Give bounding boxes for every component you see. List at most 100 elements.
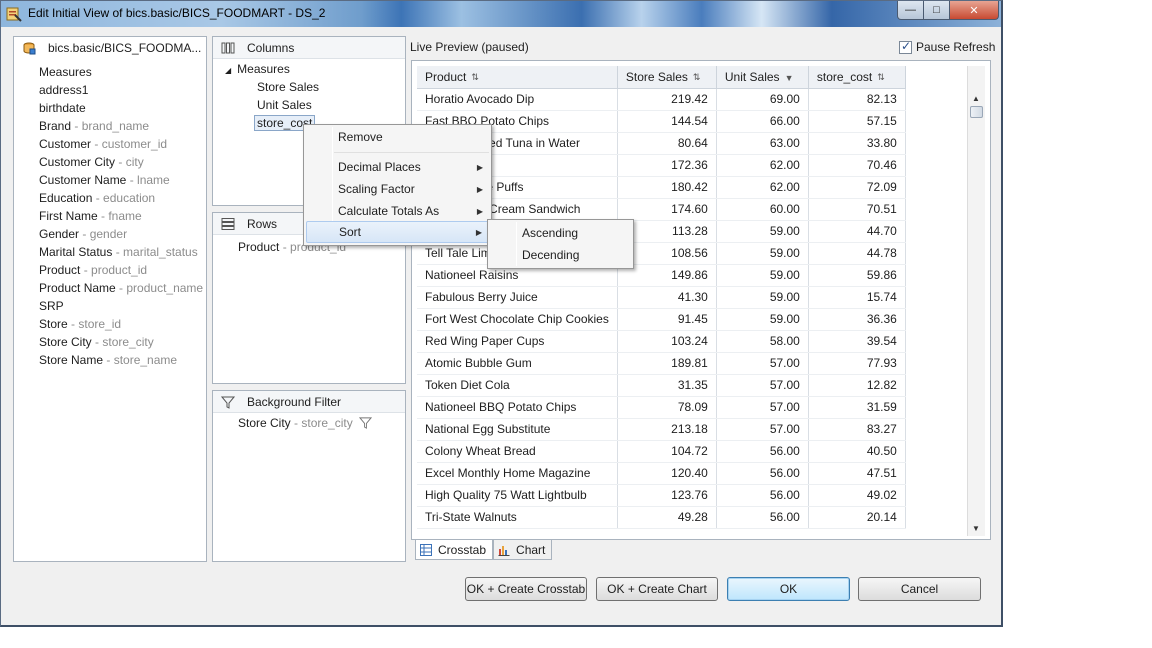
header-store-cost[interactable]: store_cost ⇅ (808, 66, 906, 89)
field-key: store_city (102, 335, 154, 349)
cell-value: 59.86 (808, 264, 906, 287)
cell-product: National Egg Substitute (417, 418, 618, 441)
vertical-scrollbar[interactable]: ▲ ▼ (967, 66, 985, 536)
table-row[interactable]: Nationeel BBQ Potato Chips 78.09 57.00 31.5… (417, 396, 906, 419)
scroll-down-icon[interactable]: ▼ (972, 524, 980, 533)
column-item-unit-sales[interactable]: Unit Sales (257, 96, 312, 114)
table-row[interactable]: Fabulous Berry Juice 41.30 59.00 15.74 (417, 286, 906, 309)
menu-item-sort[interactable]: Sort ▶ (306, 221, 489, 243)
field-item[interactable]: Gender - gender (39, 225, 203, 243)
field-item[interactable]: Education - education (39, 189, 203, 207)
header-unit-sales[interactable]: Unit Sales ▼ (716, 66, 809, 89)
cell-value: 59.00 (716, 264, 809, 287)
ok-create-crosstab-button[interactable]: OK + Create Crosstab (465, 577, 587, 601)
source-title: bics.basic/BICS_FOODMA... (48, 41, 202, 55)
close-button[interactable]: ✕ (949, 1, 999, 20)
menu-item-ascending[interactable]: Ascending (490, 222, 631, 244)
field-item[interactable]: Store Name - store_name (39, 351, 203, 369)
minimize-icon: — (905, 4, 916, 16)
rows-title: Rows (247, 217, 278, 231)
window-title: Edit Initial View of bics.basic/BICS_FOO… (28, 6, 326, 20)
pause-refresh-label: Pause Refresh (916, 40, 996, 54)
minimize-button[interactable]: — (897, 1, 924, 20)
filter-item-store-city[interactable]: Store City - store_city (238, 414, 373, 432)
ok-create-chart-button[interactable]: OK + Create Chart (596, 577, 718, 601)
table-row[interactable]: Fort West Chocolate Chip Cookies 91.45 59.… (417, 308, 906, 331)
cell-value: 57.00 (716, 374, 809, 397)
sort-icon[interactable]: ⇅ (877, 72, 885, 83)
tab-chart[interactable]: Chart (493, 540, 553, 560)
table-row[interactable]: Colony Wheat Bread 104.72 56.00 40.50 (417, 440, 906, 463)
filter-panel[interactable]: Background Filter Store City - store_cit… (212, 390, 406, 562)
pause-refresh-checkbox[interactable] (899, 39, 912, 54)
field-name: Measures (39, 65, 92, 79)
cell-value: 12.82 (808, 374, 906, 397)
field-item[interactable]: Brand - brand_name (39, 117, 203, 135)
tab-crosstab-label: Crosstab (438, 542, 487, 557)
pause-refresh-toggle[interactable]: Pause Refresh (899, 39, 996, 54)
header-product[interactable]: Product ⇅ (417, 66, 618, 89)
cell-value: 56.00 (716, 506, 809, 529)
field-item[interactable]: Product Name - product_name (39, 279, 203, 297)
edit-view-dialog: Edit Initial View of bics.basic/BICS_FOO… (0, 0, 1003, 627)
field-key: marital_status (123, 245, 198, 259)
maximize-button[interactable]: □ (923, 1, 950, 20)
field-key: store_name (113, 353, 178, 367)
sort-icon[interactable]: ⇅ (693, 72, 701, 83)
table-row[interactable]: National Egg Substitute 213.18 57.00 83.27 (417, 418, 906, 441)
table-row[interactable]: Red Wing Paper Cups 103.24 58.00 39.54 (417, 330, 906, 353)
field-item[interactable]: Customer - customer_id (39, 135, 203, 153)
cell-value: 104.72 (617, 440, 717, 463)
field-item[interactable]: birthdate (39, 99, 203, 117)
collapse-arrow-icon[interactable]: ◢ (225, 66, 231, 75)
field-name: Store City (39, 335, 92, 349)
rows-icon (221, 218, 235, 230)
cell-value: 103.24 (617, 330, 717, 353)
tab-chart-label: Chart (516, 542, 546, 557)
datasource-icon (23, 42, 36, 55)
sort-icon[interactable]: ⇅ (471, 72, 479, 83)
field-item[interactable]: Store - store_id (39, 315, 203, 333)
field-item[interactable]: Customer Name - lname (39, 171, 203, 189)
cell-value: 62.00 (716, 154, 809, 177)
field-key: store_id (78, 317, 122, 331)
table-row[interactable]: Atomic Bubble Gum 189.81 57.00 77.93 (417, 352, 906, 375)
menu-item-remove[interactable]: Remove (306, 126, 489, 148)
menu-item-descending[interactable]: Decending (490, 244, 631, 266)
scroll-thumb[interactable] (970, 106, 983, 118)
table-row[interactable]: Horatio Avocado Dip 219.42 69.00 82.13 (417, 88, 906, 111)
maximize-icon: □ (933, 4, 940, 16)
column-item-store-sales[interactable]: Store Sales (257, 78, 319, 96)
ok-button[interactable]: OK (727, 577, 850, 601)
field-item[interactable]: First Name - fname (39, 207, 203, 225)
field-item[interactable]: Marital Status - marital_status (39, 243, 203, 261)
measures-node[interactable]: ◢ Measures (225, 60, 290, 78)
menu-item-scaling-factor[interactable]: Scaling Factor ▶ (306, 178, 489, 200)
table-row[interactable]: High Quality 75 Watt Lightbulb 123.76 56.0… (417, 484, 906, 507)
header-store-sales[interactable]: Store Sales ⇅ (617, 66, 717, 89)
measures-label: Measures (237, 62, 290, 76)
menu-item-calculate-totals[interactable]: Calculate Totals As ▶ (306, 200, 489, 222)
field-item[interactable]: Customer City - city (39, 153, 203, 171)
sort-descending-icon[interactable]: ▼ (785, 73, 794, 83)
tab-crosstab[interactable]: Crosstab (415, 540, 494, 560)
scroll-up-icon[interactable]: ▲ (972, 94, 980, 103)
field-item[interactable]: SRP (39, 297, 203, 315)
table-row[interactable]: Tri-State Walnuts 49.28 56.00 20.14 (417, 506, 906, 529)
cell-product: Fort West Chocolate Chip Cookies (417, 308, 618, 331)
table-row[interactable]: Token Diet Cola 31.35 57.00 12.82 (417, 374, 906, 397)
cancel-button[interactable]: Cancel (858, 577, 981, 601)
field-item[interactable]: Product - product_id (39, 261, 203, 279)
menu-item-decimal-places[interactable]: Decimal Places ▶ (306, 156, 489, 178)
title-bar[interactable]: Edit Initial View of bics.basic/BICS_FOO… (1, 1, 1001, 27)
cell-value: 44.78 (808, 242, 906, 265)
table-row[interactable]: Excel Monthly Home Magazine 120.40 56.00 47… (417, 462, 906, 485)
filter-small-icon[interactable] (358, 416, 373, 429)
cell-value: 189.81 (617, 352, 717, 375)
field-separator: - (97, 209, 109, 223)
field-key: customer_id (101, 137, 168, 151)
field-item[interactable]: Store City - store_city (39, 333, 203, 351)
field-item[interactable]: address1 (39, 81, 203, 99)
field-item[interactable]: Measures (39, 63, 203, 81)
cell-value: 56.00 (716, 440, 809, 463)
